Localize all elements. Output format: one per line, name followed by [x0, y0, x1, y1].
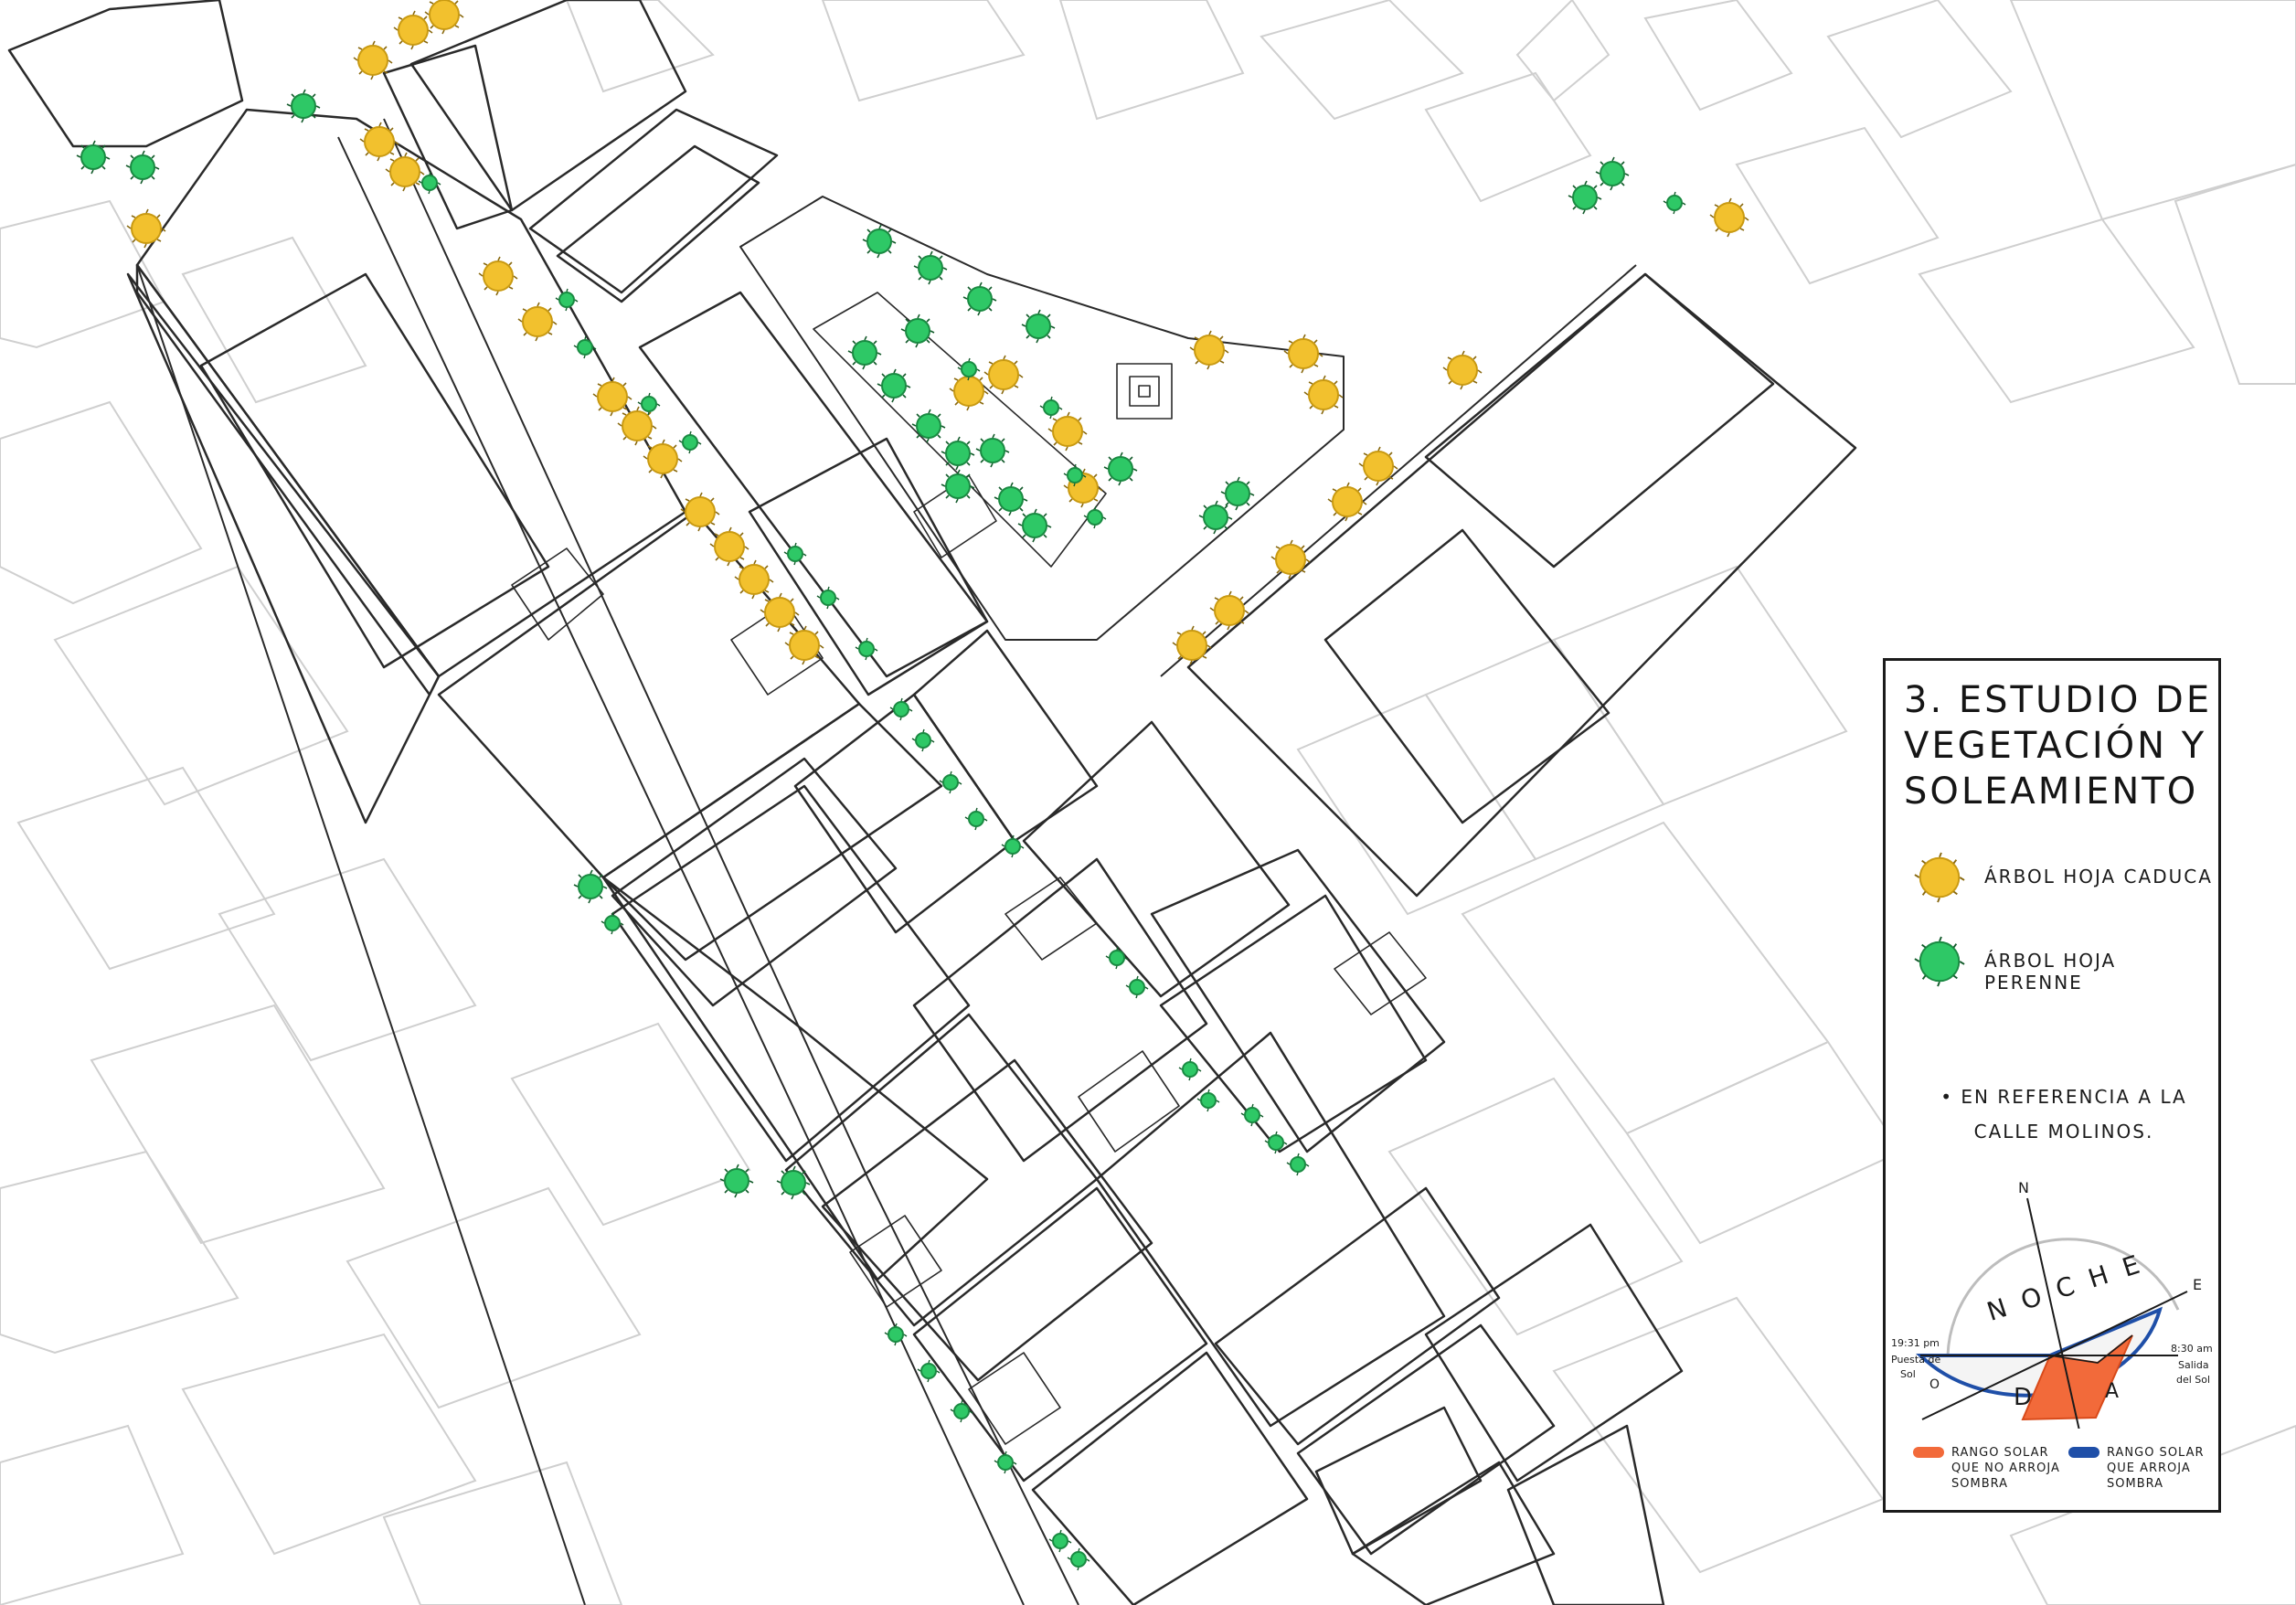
title-line-3: soleamiento: [1904, 771, 2199, 813]
no-shadow-line-1: Rango solar: [1951, 1446, 2049, 1460]
legend-title: 3. Estudio de vegetación y soleamiento: [1904, 677, 2215, 814]
day-label-a: A: [2105, 1380, 2119, 1403]
day-label-d: D: [2014, 1384, 2032, 1411]
shadow-line-3: sombra: [2107, 1477, 2164, 1491]
sunset-label-2: Sol: [1900, 1368, 1916, 1380]
evergreen-trees: [76, 89, 1630, 1200]
shadow-swatch: [2068, 1447, 2099, 1458]
night-label: NOCHE: [1983, 1244, 2159, 1326]
no-shadow-line-2: que no arroja: [1951, 1462, 2060, 1475]
title-line-2: vegetación y: [1904, 725, 2207, 767]
sunrise-label-2: del Sol: [2176, 1374, 2210, 1386]
evergreen-label: Árbol hoja perenne: [1984, 950, 2117, 994]
deciduous-label: Árbol hoja caduca: [1984, 866, 2213, 888]
no-shadow-line-3: sombra: [1951, 1477, 2009, 1491]
compass-e: E: [2193, 1276, 2202, 1293]
compass-o: O: [1929, 1377, 1940, 1392]
note-line-2: calle Molinos.: [1973, 1121, 2154, 1143]
sun-path-diagram: N E O S NOCHE D A 19:31 pm Puesta de Sol…: [1891, 1179, 2213, 1429]
legend-panel: 3. Estudio de vegetación y soleamiento Á…: [1883, 658, 2221, 1513]
small-evergreen-trees: [418, 171, 1686, 1571]
sunset-time: 19:31 pm: [1891, 1337, 1940, 1349]
sunrise-label-1: Salida: [2178, 1359, 2209, 1371]
legend-deciduous: Árbol hoja caduca: [1913, 851, 2215, 906]
no-shadow-legend: Rango solar que no arroja sombra: [1951, 1445, 2060, 1492]
evergreen-tree-icon: [1914, 936, 1965, 987]
reference-note: • En referencia a la calle Molinos.: [1922, 1079, 2206, 1149]
no-shadow-swatch: [1913, 1447, 1944, 1458]
deciduous-trees: [126, 0, 1749, 665]
legend-evergreen: Árbol hoja perenne: [1913, 935, 2215, 994]
deciduous-tree-icon: [1914, 852, 1965, 903]
note-line-1: • En referencia a la: [1940, 1086, 2187, 1108]
shadow-line-2: que arroja: [2107, 1462, 2191, 1475]
sunrise-time: 8:30 am: [2171, 1343, 2213, 1355]
shadow-legend: Rango solar que arroja sombra: [2107, 1445, 2205, 1492]
sunset-label-1: Puesta de: [1891, 1354, 1940, 1366]
title-line-1: 3. Estudio de: [1904, 679, 2213, 721]
compass-n: N: [2018, 1179, 2029, 1196]
shadow-line-1: Rango solar: [2107, 1446, 2205, 1460]
